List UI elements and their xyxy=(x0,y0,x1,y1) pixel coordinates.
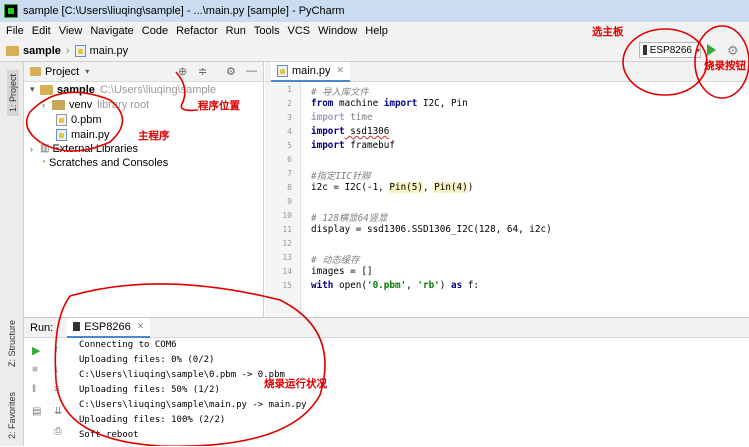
annotation-main-program: 主程序 xyxy=(138,130,170,142)
annotation-flash-button: 烧录按钮 xyxy=(704,60,746,72)
annotation-select-board: 选主板 xyxy=(592,26,624,38)
annotation-circle-output xyxy=(54,283,326,446)
annotation-circle-main xyxy=(25,91,124,152)
annotation-flash-status: 烧录运行状况 xyxy=(264,378,327,390)
annotation-stroke-location xyxy=(175,71,199,112)
annotation-marks xyxy=(25,25,749,446)
annotation-program-location: 程序位置 xyxy=(198,100,240,112)
